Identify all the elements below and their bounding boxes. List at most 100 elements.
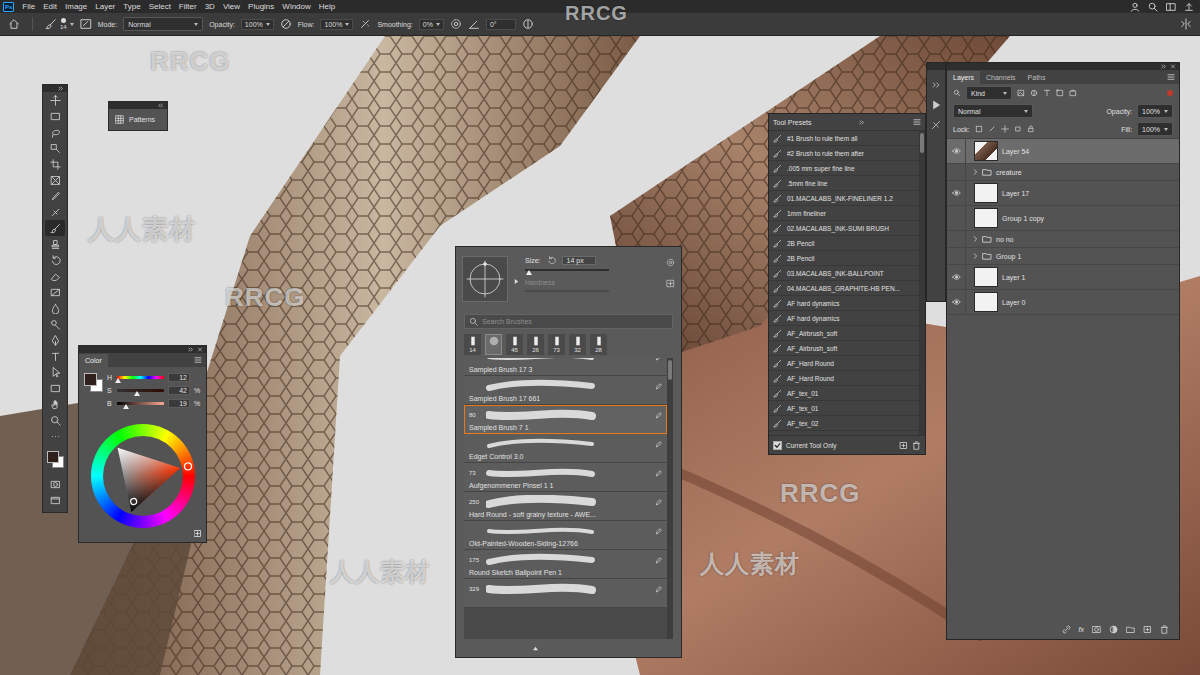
visibility-toggle[interactable]: [947, 181, 966, 205]
menu-item[interactable]: Layer: [95, 2, 115, 11]
tool-button[interactable]: [45, 156, 65, 172]
link-icon[interactable]: [1062, 625, 1071, 634]
brush-tip-preview[interactable]: [462, 256, 508, 302]
preset-row[interactable]: 04.MACALABS_GRAPHITE-HB PEN...: [769, 281, 919, 296]
channel-value[interactable]: 19: [168, 399, 190, 408]
trash-icon[interactable]: [1160, 625, 1169, 634]
slider-handle[interactable]: [134, 391, 140, 396]
app-logo[interactable]: Ps: [3, 2, 14, 12]
menu-item[interactable]: 3D: [205, 2, 215, 11]
pressure-size-icon[interactable]: [522, 18, 534, 30]
layer-name[interactable]: Layer 17: [1002, 190, 1029, 197]
lock-pixels-icon[interactable]: [975, 125, 983, 133]
layer-name[interactable]: Layer 1: [1002, 274, 1025, 281]
preset-row[interactable]: .5mm fine line: [769, 176, 919, 191]
layer-row[interactable]: Layer 17: [947, 181, 1179, 206]
expand-icon[interactable]: [158, 103, 164, 108]
preset-row[interactable]: 03.MACALABS_INK-BALLPOINT: [769, 266, 919, 281]
brush-row[interactable]: Edget Control 3.0: [464, 434, 667, 463]
recent-brush[interactable]: 45: [506, 334, 523, 355]
edit-icon[interactable]: [655, 586, 662, 593]
menu-item[interactable]: Select: [149, 2, 171, 11]
collapse-icon[interactable]: [188, 347, 194, 352]
tool-button[interactable]: [45, 220, 65, 236]
adjustment-icon[interactable]: [1109, 625, 1118, 634]
layer-name[interactable]: Layer 0: [1002, 299, 1025, 306]
brush-settings-icon[interactable]: [931, 120, 941, 130]
tool-button[interactable]: [45, 140, 65, 156]
tool-button[interactable]: [45, 188, 65, 204]
menu-item[interactable]: Edit: [43, 2, 57, 11]
symmetry-icon[interactable]: [1180, 18, 1192, 30]
size-field[interactable]: 14 px: [562, 256, 596, 265]
color-swatches[interactable]: [84, 373, 102, 391]
edit-icon[interactable]: [655, 441, 662, 448]
brush-preset-picker[interactable]: 14: [45, 18, 74, 31]
recent-brush[interactable]: 14: [464, 334, 481, 355]
menu-item[interactable]: Window: [282, 2, 310, 11]
quick-mask-button[interactable]: [45, 476, 65, 492]
brush-row[interactable]: Old-Painted-Wooden-Siding-12766: [464, 521, 667, 550]
tool-button[interactable]: [45, 412, 65, 428]
lock-all-icon[interactable]: [1027, 125, 1035, 133]
new-preset-icon[interactable]: [666, 279, 675, 288]
layer-name[interactable]: no no: [996, 236, 1014, 243]
menu-item[interactable]: Plugins: [248, 2, 274, 11]
layer-row[interactable]: Group 1: [947, 248, 1179, 265]
foreground-swatch[interactable]: [84, 373, 97, 386]
foreground-swatch[interactable]: [47, 451, 59, 463]
recent-brush[interactable]: 32: [569, 334, 586, 355]
tool-button[interactable]: [45, 284, 65, 300]
channel-value[interactable]: 42: [168, 386, 190, 395]
opacity-field[interactable]: 100%: [241, 19, 274, 30]
tool-button[interactable]: [45, 204, 65, 220]
folder-icon[interactable]: [1126, 625, 1135, 634]
brush-row[interactable]: 80 Sampled Brush 7 1: [464, 405, 667, 434]
preset-row[interactable]: 01.MACALABS_INK-FINELINER 1.2: [769, 191, 919, 206]
preset-row[interactable]: AF_tex_01: [769, 401, 919, 416]
tool-button[interactable]: [45, 316, 65, 332]
tool-button[interactable]: [45, 300, 65, 316]
tool-button[interactable]: [45, 428, 65, 444]
flow-field[interactable]: 100%: [320, 19, 353, 30]
recent-brush[interactable]: 73: [548, 334, 565, 355]
brush-settings-icon[interactable]: [80, 18, 92, 30]
layer-row[interactable]: no no: [947, 231, 1179, 248]
edit-icon[interactable]: [655, 470, 662, 477]
recent-brush[interactable]: 28: [590, 334, 607, 355]
gear-icon[interactable]: [450, 18, 462, 30]
tool-button[interactable]: [45, 236, 65, 252]
filter-dropdown[interactable]: Kind: [966, 86, 1012, 100]
menu-item[interactable]: File: [22, 2, 35, 11]
reset-icon[interactable]: [547, 256, 556, 265]
close-icon[interactable]: [197, 347, 203, 352]
preset-row[interactable]: AF_Airbrush_soft: [769, 341, 919, 356]
visibility-toggle[interactable]: [947, 231, 966, 247]
patterns-button[interactable]: Patterns: [109, 109, 167, 130]
panel-menu-icon[interactable]: [194, 357, 202, 363]
home-icon[interactable]: [8, 18, 20, 30]
menu-item[interactable]: View: [223, 2, 240, 11]
preset-row[interactable]: AF hard dynamics: [769, 296, 919, 311]
collapse-icon[interactable]: [1161, 64, 1167, 69]
scrollbar[interactable]: [919, 131, 925, 435]
collapse-icon[interactable]: [931, 80, 941, 90]
channel-value[interactable]: 12: [168, 373, 190, 382]
recent-brush[interactable]: [485, 334, 502, 355]
panel-menu-icon[interactable]: [1167, 74, 1175, 80]
channel-slider[interactable]: [117, 376, 164, 379]
type-filter-icon[interactable]: [1043, 89, 1051, 97]
visibility-toggle[interactable]: [947, 206, 966, 230]
preset-row[interactable]: 1mm fineliner: [769, 206, 919, 221]
layer-style-button[interactable]: fx: [1079, 626, 1084, 633]
tool-button[interactable]: [45, 396, 65, 412]
share-icon[interactable]: [1184, 2, 1194, 12]
panel-tab[interactable]: Paths: [1022, 71, 1052, 84]
layer-row[interactable]: Layer 1: [947, 265, 1179, 290]
brush-row[interactable]: Sampled Brush 17 3: [464, 358, 667, 376]
tool-button[interactable]: [45, 364, 65, 380]
preset-row[interactable]: AF_Airbrush_soft: [769, 326, 919, 341]
preset-row[interactable]: 02.MACALABS_INK-SUMI BRUSH: [769, 221, 919, 236]
layer-name[interactable]: Group 1 copy: [1002, 215, 1044, 222]
preset-row[interactable]: #2 Brush to rule them after: [769, 146, 919, 161]
